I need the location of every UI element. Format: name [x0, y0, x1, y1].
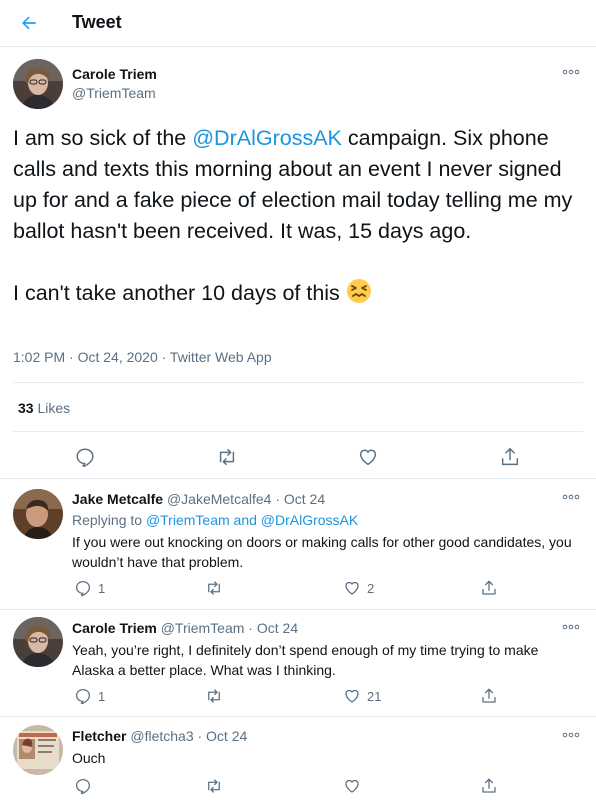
likes-count[interactable]: 33 Likes	[18, 400, 70, 416]
retweet-icon	[208, 581, 220, 595]
replying-to-link[interactable]: @TriemTeam and @DrAlGrossAK	[146, 512, 358, 528]
reply-icon	[76, 448, 94, 467]
divider	[13, 382, 583, 383]
reply-header: Fletcher @fletcha3 · Oct 24	[72, 728, 247, 744]
avatar[interactable]	[13, 59, 63, 109]
share-button[interactable]	[480, 687, 498, 705]
like-count: 2	[367, 580, 375, 596]
reply-icon	[75, 580, 91, 597]
more-options-icon[interactable]	[561, 730, 581, 740]
reply-header: Jake Metcalfe @JakeMetcalfe4 · Oct 24	[72, 491, 325, 507]
like-button[interactable]: 21	[343, 687, 381, 705]
divider	[0, 609, 596, 610]
reply-author-name[interactable]: Fletcher	[72, 728, 126, 744]
share-icon	[501, 448, 519, 466]
retweet-button[interactable]	[205, 579, 229, 597]
retweet-button[interactable]	[216, 446, 238, 468]
mention-link[interactable]: @DrAlGrossAK	[192, 126, 342, 150]
avatar[interactable]	[13, 725, 63, 775]
more-options-icon[interactable]	[561, 622, 581, 632]
avatar-image	[13, 59, 63, 109]
tweet-text: I am so sick of the @DrAlGrossAK campaig…	[13, 126, 573, 305]
heart-icon	[345, 581, 359, 595]
avatar[interactable]	[13, 489, 63, 539]
reply-button[interactable]: 1	[74, 579, 105, 597]
retweet-icon	[219, 448, 235, 466]
retweet-icon	[208, 779, 220, 793]
reply-handle-date[interactable]: @TriemTeam · Oct 24	[157, 620, 298, 636]
reply-handle-date[interactable]: @JakeMetcalfe4 · Oct 24	[163, 491, 325, 507]
avatar-image	[13, 725, 63, 775]
avatar[interactable]	[13, 617, 63, 667]
reply-author-name[interactable]: Jake Metcalfe	[72, 491, 163, 507]
share-button[interactable]	[480, 579, 498, 597]
reply-count: 1	[98, 688, 106, 704]
like-count: 21	[367, 688, 382, 704]
reply-text: Yeah, you’re right, I definitely don’t s…	[72, 642, 539, 678]
retweet-button[interactable]	[205, 777, 229, 795]
reply-handle-date[interactable]: @fletcha3 · Oct 24	[126, 728, 247, 744]
author-handle[interactable]: @TriemTeam	[72, 85, 156, 101]
back-button[interactable]	[14, 8, 44, 38]
like-button[interactable]	[343, 777, 367, 795]
like-button[interactable]: 2	[343, 579, 374, 597]
avatar-image	[13, 617, 63, 667]
tweet-timestamp[interactable]: 1:02 PM · Oct 24, 2020 · Twitter Web App	[13, 349, 272, 365]
avatar-image	[13, 489, 63, 539]
replying-to: Replying to @TriemTeam and @DrAlGrossAK	[72, 512, 359, 528]
reply-button[interactable]: 1	[74, 687, 105, 705]
share-button[interactable]	[480, 777, 498, 795]
heart-icon	[345, 779, 359, 793]
heart-icon	[345, 689, 359, 703]
reply-text: If you were out knocking on doors or mak…	[72, 534, 572, 570]
reply-author-name[interactable]: Carole Triem	[72, 620, 157, 636]
retweet-button[interactable]	[205, 687, 229, 705]
more-options-icon[interactable]	[561, 492, 581, 502]
divider	[0, 716, 596, 717]
divider	[0, 478, 596, 479]
retweet-icon	[208, 689, 220, 703]
page-title: Tweet	[72, 12, 122, 32]
more-options-icon[interactable]	[561, 67, 581, 77]
divider	[13, 431, 583, 432]
share-icon	[482, 688, 496, 703]
reply-button[interactable]	[74, 777, 98, 795]
reply-text: Ouch	[72, 750, 106, 766]
share-icon	[482, 778, 496, 793]
top-bar: Tweet	[0, 0, 596, 47]
reply-header: Carole Triem @TriemTeam · Oct 24	[72, 620, 298, 636]
author-name[interactable]: Carole Triem	[72, 66, 157, 82]
like-button[interactable]	[357, 446, 379, 468]
reply-icon	[75, 688, 91, 705]
reply-count: 1	[98, 580, 106, 596]
share-icon	[482, 580, 496, 595]
heart-icon	[359, 449, 377, 466]
share-button[interactable]	[499, 446, 521, 468]
reply-icon	[75, 778, 91, 795]
back-arrow-icon	[22, 16, 36, 30]
reply-button[interactable]	[74, 446, 96, 468]
confounded-face-emoji-icon	[346, 279, 371, 303]
